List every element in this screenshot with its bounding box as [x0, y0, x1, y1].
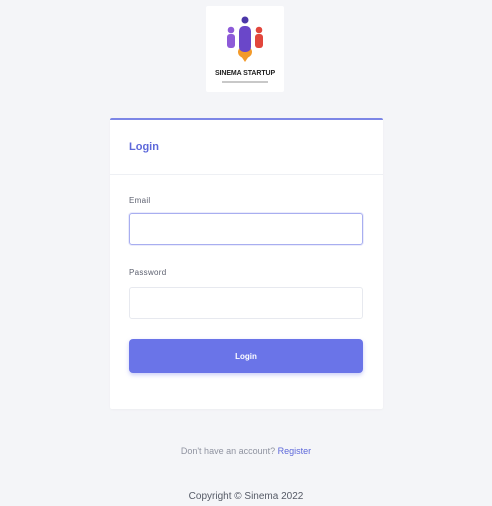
password-label: Password	[129, 268, 167, 277]
logo-title: SINEMA STARTUP	[214, 70, 276, 77]
register-prompt-text: Don't have an account?	[180, 446, 276, 456]
startup-rocket-people-icon	[227, 16, 263, 62]
email-field[interactable]	[129, 213, 363, 245]
register-link[interactable]: Register	[278, 446, 312, 456]
login-button[interactable]: Login	[129, 339, 363, 373]
password-field[interactable]	[129, 287, 363, 319]
logo-tagline-mark	[222, 81, 268, 83]
login-page: SINEMA STARTUP Login Email Password Logi…	[0, 0, 492, 506]
card-title: Login	[110, 120, 383, 175]
copyright-text: Copyright © Sinema 2022	[188, 491, 304, 502]
brand-logo: SINEMA STARTUP	[206, 6, 284, 92]
email-label: Email	[129, 196, 151, 205]
register-prompt-line: Don't have an account? Register	[0, 446, 492, 456]
login-card: Login Email Password Login	[110, 118, 383, 409]
